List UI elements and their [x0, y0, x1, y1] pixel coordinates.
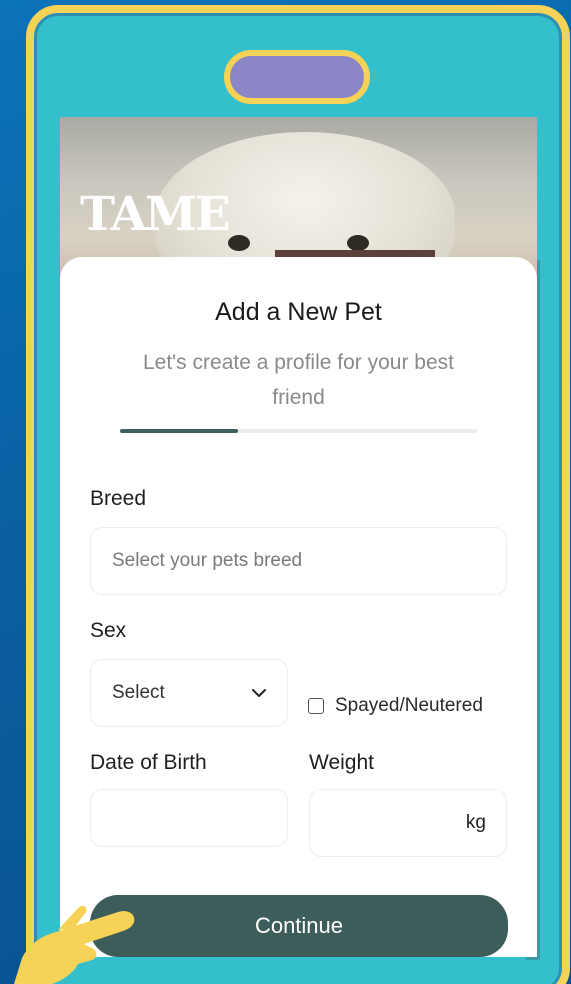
- brand-logo: TAME: [80, 187, 231, 242]
- spayed-neutered-label: Spayed/Neutered: [335, 695, 483, 716]
- dob-label: Date of Birth: [90, 751, 207, 774]
- spayed-neutered-option[interactable]: Spayed/Neutered: [308, 695, 483, 717]
- weight-input[interactable]: kg: [309, 789, 507, 857]
- dob-input[interactable]: [90, 789, 288, 847]
- weight-label: Weight: [309, 751, 374, 774]
- dog-eye-left: [228, 235, 250, 251]
- form-card: Add a New Pet Let's create a profile for…: [60, 257, 537, 957]
- dog-eye-right: [347, 235, 369, 251]
- sex-label: Sex: [90, 619, 127, 642]
- spayed-neutered-checkbox[interactable]: [308, 698, 324, 714]
- page-title: Add a New Pet: [215, 298, 382, 326]
- progress-bar: [120, 429, 477, 433]
- hero-photo: TAME: [60, 117, 537, 302]
- weight-unit: kg: [465, 812, 486, 833]
- continue-button[interactable]: Continue: [90, 895, 508, 957]
- breed-placeholder: Select your pets breed: [112, 550, 303, 571]
- breed-label: Breed: [90, 487, 147, 510]
- phone-screen: TAME Add a New Pet Let's create a profil…: [60, 117, 537, 957]
- pointing-hand-icon: [14, 905, 135, 984]
- badge-slot: [224, 50, 370, 104]
- breed-input[interactable]: Select your pets breed: [90, 527, 507, 595]
- sex-select[interactable]: Select: [90, 659, 288, 727]
- chevron-down-icon: [252, 689, 266, 697]
- page-subtitle: Let's create a profile for your best fri…: [142, 351, 454, 409]
- sex-selected-value: Select: [112, 682, 165, 703]
- progress-bar-fill: [120, 429, 238, 433]
